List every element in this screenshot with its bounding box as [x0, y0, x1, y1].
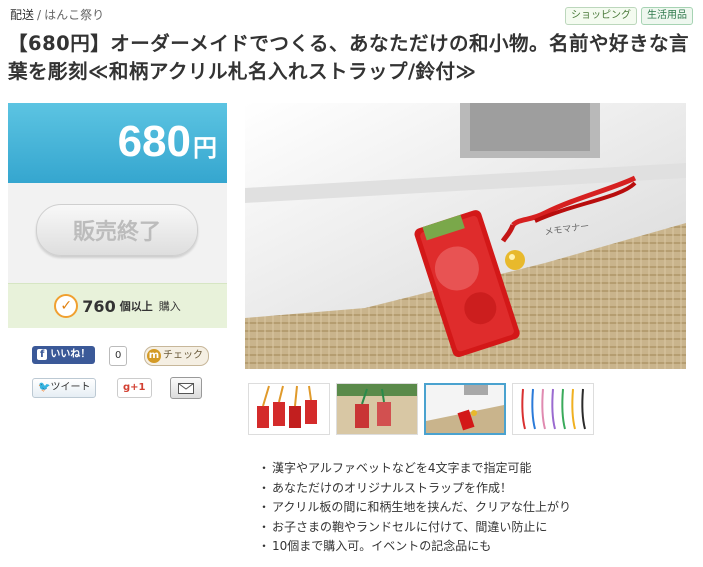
thumbnail-3[interactable] — [424, 383, 506, 435]
twitter-bird-icon: 🐦 — [38, 382, 51, 393]
purchase-count: ✓ 760 個以上 購入 — [8, 283, 227, 328]
tag-shopping[interactable]: ショッピング — [565, 7, 637, 25]
facebook-like-count: 0 — [109, 346, 128, 366]
feature-item: 10個まで購入可。イベントの記念品にも — [258, 537, 571, 557]
price-amount: 680 — [117, 117, 191, 166]
facebook-icon: f — [37, 349, 48, 360]
thumbnail-4[interactable] — [512, 383, 594, 435]
price: 680円 — [118, 117, 217, 167]
price-unit: 円 — [193, 135, 217, 162]
breadcrumb-link-delivery[interactable]: 配送 — [10, 8, 34, 22]
purchase-count-label: 購入 — [158, 300, 181, 313]
thumbnail-2[interactable] — [336, 383, 418, 435]
mail-icon — [178, 382, 194, 394]
thumbnail-strip — [248, 383, 594, 435]
tweet-button[interactable]: 🐦ツイート — [32, 378, 97, 398]
purchase-count-unit: 個以上 — [119, 300, 153, 313]
mixi-check-button[interactable]: m チェック — [144, 346, 209, 366]
mail-button[interactable] — [170, 377, 202, 399]
product-main-photo: メモマナー — [245, 103, 686, 369]
feature-item: アクリル板の間に和柄生地を挟んだ、クリアな仕上がり — [258, 498, 571, 518]
checkmark-icon: ✓ — [54, 294, 79, 318]
feature-item: お子さまの鞄やランドセルに付けて、間違い防止に — [258, 518, 571, 538]
google-plus-button[interactable]: g+1 — [117, 378, 152, 398]
mixi-check-label: チェック — [163, 350, 203, 361]
purchase-area: 販売終了 — [8, 183, 227, 283]
thumbnail-1[interactable] — [248, 383, 330, 435]
tag-daily-goods[interactable]: 生活用品 — [641, 7, 693, 25]
feature-item: あなただけのオリジナルストラップを作成！ — [258, 479, 571, 499]
mixi-icon: m — [147, 349, 161, 363]
purchase-count-number: 760 — [82, 296, 116, 316]
sold-out-button[interactable]: 販売終了 — [36, 204, 198, 256]
breadcrumb: 配送 / はんこ祭り — [10, 6, 104, 23]
price-panel: 680円 — [8, 103, 227, 183]
feature-item: 漢字やアルファベットなどを4文字まで指定可能 — [258, 459, 571, 479]
category-tags: ショッピング 生活用品 — [565, 7, 693, 25]
feature-list: 漢字やアルファベットなどを4文字まで指定可能 あなただけのオリジナルストラップを… — [258, 459, 571, 557]
facebook-like-button[interactable]: f いいね！ — [32, 346, 96, 364]
breadcrumb-current[interactable]: はんこ祭り — [44, 8, 104, 22]
breadcrumb-separator: / — [37, 8, 42, 22]
page-title: 【680円】オーダーメイドでつくる、あなただけの和小物。名前や好きな言葉を彫刻≪… — [8, 32, 690, 83]
tweet-label: ツイート — [50, 382, 91, 393]
facebook-like-label: いいね！ — [50, 349, 91, 360]
